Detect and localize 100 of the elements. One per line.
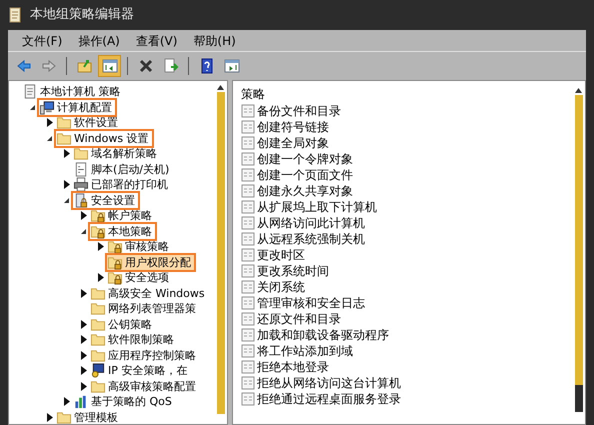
collapsed-arrow-icon[interactable] bbox=[64, 397, 70, 406]
policy-icon bbox=[241, 328, 255, 342]
policy-icon bbox=[241, 200, 255, 214]
tree-item[interactable]: 本地策略 bbox=[90, 224, 155, 239]
folder-icon bbox=[90, 316, 106, 332]
tree-item[interactable]: IP 安全策略，在 bbox=[90, 363, 190, 378]
expanded-arrow-icon[interactable] bbox=[46, 134, 53, 142]
tree-item[interactable]: 高级审核策略配置 bbox=[90, 378, 199, 394]
policy-item[interactable]: 拒绝从网络访问这台计算机 bbox=[257, 376, 401, 390]
tree-item[interactable]: 应用程序控制策略 bbox=[90, 348, 199, 363]
collapsed-arrow-icon[interactable] bbox=[64, 180, 70, 190]
collapsed-arrow-icon[interactable] bbox=[80, 335, 86, 344]
policy-icon bbox=[241, 360, 255, 374]
tree-item[interactable]: 软件设置 bbox=[56, 115, 121, 130]
forward-arrow-icon bbox=[40, 58, 56, 74]
policy-item[interactable]: 创建一个令牌对象 bbox=[257, 152, 353, 166]
folder-icon bbox=[56, 115, 72, 130]
tree-item[interactable]: 用户权限分配 bbox=[107, 254, 194, 270]
policy-item[interactable]: 关闭系统 bbox=[257, 280, 305, 294]
printer-icon bbox=[73, 177, 89, 192]
collapsed-arrow-icon[interactable] bbox=[80, 211, 86, 220]
expanded-arrow-icon[interactable] bbox=[63, 196, 70, 204]
tree-item[interactable]: 安全选项 bbox=[107, 270, 172, 286]
policy-item[interactable]: 拒绝本地登录 bbox=[257, 360, 329, 374]
policy-item[interactable]: 加载和卸载设备驱动程序 bbox=[257, 328, 389, 342]
menu-item[interactable]: 文件(F) bbox=[16, 30, 68, 50]
tree-item[interactable]: 脚本(启动/关机) bbox=[73, 162, 172, 177]
policy-item[interactable]: 管理审核和安全日志 bbox=[257, 296, 365, 310]
policy-item[interactable]: 从网络访问此计算机 bbox=[257, 216, 365, 230]
menu-item[interactable]: 帮助(H) bbox=[187, 30, 242, 50]
tree-item[interactable]: 公钥策略 bbox=[90, 316, 155, 332]
collapsed-arrow-icon[interactable] bbox=[80, 366, 86, 376]
collapsed-arrow-icon[interactable] bbox=[80, 320, 86, 329]
policy-item[interactable]: 备份文件和目录 bbox=[257, 104, 341, 118]
locked-folder-icon bbox=[90, 224, 106, 239]
tree-item[interactable]: 已部署的打印机 bbox=[73, 177, 171, 192]
collapsed-arrow-icon[interactable] bbox=[46, 412, 52, 422]
folder-icon bbox=[56, 130, 72, 146]
tree-item[interactable]: 网络列表管理器策 bbox=[90, 301, 199, 316]
folder-icon bbox=[73, 146, 89, 162]
export-icon bbox=[162, 58, 178, 74]
tree-item[interactable]: 本地计算机 策略 bbox=[22, 84, 124, 100]
tree-item[interactable]: 安全设置 bbox=[73, 192, 138, 208]
scroll-up-arrow-icon[interactable] bbox=[575, 88, 582, 93]
collapsed-arrow-icon[interactable] bbox=[98, 242, 104, 252]
x-icon bbox=[138, 58, 154, 74]
scrollbar-thumb[interactable] bbox=[574, 95, 582, 385]
policy-item[interactable]: 将工作站添加到域 bbox=[257, 344, 353, 358]
tree-item[interactable]: 管理模板 bbox=[56, 410, 121, 424]
collapsed-arrow-icon[interactable] bbox=[98, 273, 104, 282]
policy-item[interactable]: 创建一个页面文件 bbox=[257, 168, 353, 182]
folder-icon bbox=[90, 286, 106, 301]
collapsed-arrow-icon[interactable] bbox=[64, 149, 70, 158]
computer-icon bbox=[39, 100, 55, 115]
locked-folder-icon bbox=[90, 208, 106, 224]
tree-item[interactable]: 审核策略 bbox=[107, 239, 172, 254]
policy-item[interactable]: 更改系统时间 bbox=[257, 264, 329, 278]
folder-up-icon bbox=[76, 58, 92, 74]
collapsed-arrow-icon[interactable] bbox=[80, 288, 86, 298]
collapsed-arrow-icon[interactable] bbox=[46, 118, 52, 128]
policy-item[interactable]: 创建全局对象 bbox=[257, 136, 329, 150]
tree-item[interactable]: 域名解析策略 bbox=[73, 146, 160, 162]
policy-icon bbox=[241, 120, 255, 134]
tree-item[interactable]: 计算机配置 bbox=[39, 100, 115, 115]
menu-item[interactable]: 查看(V) bbox=[130, 30, 184, 50]
window-title: 本地组策略编辑器 bbox=[30, 6, 134, 24]
column-header[interactable]: 策略 bbox=[241, 86, 572, 103]
scrollbar-thumb[interactable] bbox=[216, 92, 224, 414]
folder-icon bbox=[90, 378, 106, 394]
policy-item[interactable]: 更改时区 bbox=[257, 248, 305, 262]
tree-item[interactable]: 高级安全 Windows bbox=[90, 286, 208, 301]
policy-icon bbox=[241, 168, 255, 182]
policy-item[interactable]: 创建永久共享对象 bbox=[257, 184, 353, 198]
tree-toggle-button[interactable] bbox=[98, 54, 121, 76]
locked-folder-icon bbox=[107, 239, 123, 254]
scroll-icon bbox=[8, 7, 22, 23]
policy-icon bbox=[241, 296, 255, 310]
tree-item[interactable]: 基于策略的 QoS bbox=[73, 394, 175, 410]
tree-item[interactable]: 帐户策略 bbox=[90, 208, 155, 224]
policy-icon bbox=[241, 312, 255, 326]
policy-icon bbox=[241, 136, 255, 150]
locked-server-icon bbox=[73, 192, 89, 208]
folder-icon bbox=[56, 410, 72, 424]
policy-item[interactable]: 还原文件和目录 bbox=[257, 312, 341, 326]
policy-item[interactable]: 从远程系统强制关机 bbox=[257, 232, 365, 246]
collapsed-arrow-icon[interactable] bbox=[80, 382, 86, 391]
expanded-arrow-icon[interactable] bbox=[80, 228, 87, 235]
policy-item[interactable]: 拒绝通过远程桌面服务登录 bbox=[257, 392, 401, 406]
policy-icon bbox=[241, 152, 255, 166]
menu-item[interactable]: 操作(A) bbox=[72, 30, 126, 50]
tree-item[interactable]: 软件限制策略 bbox=[90, 332, 177, 348]
scroll-up-arrow-icon[interactable] bbox=[217, 85, 224, 90]
collapsed-arrow-icon[interactable] bbox=[80, 350, 86, 360]
help-icon bbox=[198, 58, 214, 74]
policy-icon bbox=[241, 184, 255, 198]
policy-icon bbox=[241, 216, 255, 230]
policy-item[interactable]: 创建符号链接 bbox=[257, 120, 329, 134]
tree-item[interactable]: Windows 设置 bbox=[56, 130, 152, 146]
policy-item[interactable]: 从扩展坞上取下计算机 bbox=[257, 200, 377, 214]
expanded-arrow-icon[interactable] bbox=[29, 104, 36, 111]
